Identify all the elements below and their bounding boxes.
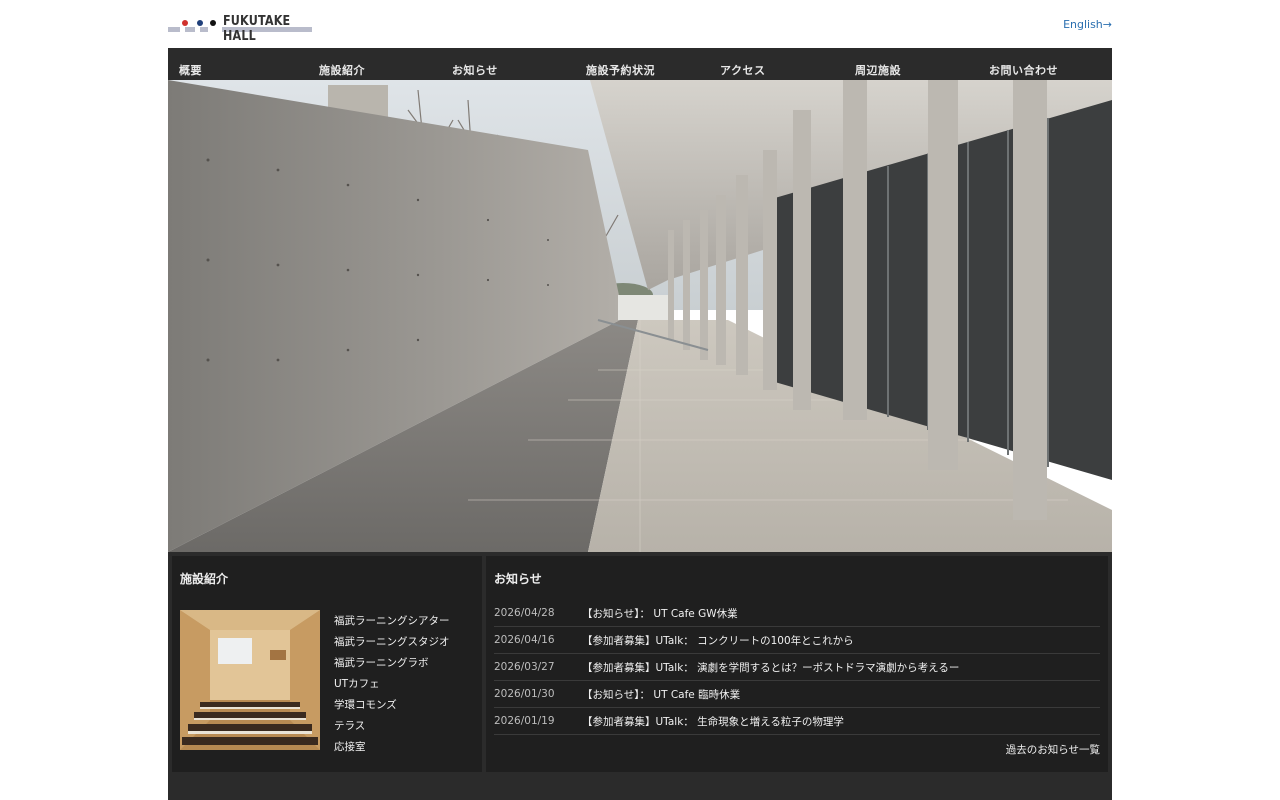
news-title: お知らせ [494,572,542,586]
news-link[interactable]: 【お知らせ】： UT Cafe GW休業 [582,606,738,621]
english-link[interactable]: English→ [1063,18,1112,31]
nav-item-contact[interactable]: お問い合わせ [989,62,1058,78]
facility-link-learning-theater[interactable]: 福武ラーニングシアター [334,615,450,627]
facility-link-commons[interactable]: 学環コモンズ [334,699,397,711]
nav-item-reservation[interactable]: 施設予約状況 [586,62,655,78]
nav-item-news[interactable]: お知らせ [452,62,498,78]
news-item: 2026/04/28 【お知らせ】： UT Cafe GW休業 [494,600,1100,627]
news-date: 2026/01/19 [494,715,555,727]
logo-text: FUKUTAKE HALL [223,14,291,44]
news-link[interactable]: 【お知らせ】： UT Cafe 臨時休業 [582,687,740,702]
main-nav: 概要 施設紹介 お知らせ 施設予約状況 アクセス 周辺施設 お問い合わせ [168,48,1112,80]
hero-image [168,80,1112,552]
news-item: 2026/01/30 【お知らせ】： UT Cafe 臨時休業 [494,681,1100,708]
fukutake-hall-logo[interactable]: FUKUTAKE HALL [168,14,318,44]
content-area: 施設紹介 福武ラーニングシアター 福武ラーニングスタジオ 福武ラーニングラボ U… [168,552,1112,800]
facilities-panel: 施設紹介 福武ラーニングシアター 福武ラーニングスタジオ 福武ラーニングラボ U… [172,556,482,772]
news-link[interactable]: 【参加者募集】UTalk： コンクリートの100年とこれから [582,633,854,648]
news-date: 2026/04/16 [494,634,555,646]
facility-link-reception-room[interactable]: 応接室 [334,741,366,753]
nav-item-nearby[interactable]: 周辺施設 [855,62,901,78]
nav-item-access[interactable]: アクセス [720,62,765,78]
news-link[interactable]: 【参加者募集】UTalk： 演劇を学問するとは？ーポストドラマ演劇から考えるー [582,660,959,675]
page-container: FUKUTAKE HALL English→ 概要 施設紹介 お知らせ 施設予約… [168,0,1112,800]
news-panel: お知らせ 2026/04/28 【お知らせ】： UT Cafe GW休業 202… [486,556,1108,772]
logo-dots-icon [168,14,220,34]
news-date: 2026/01/30 [494,688,555,700]
news-link[interactable]: 【参加者募集】UTalk： 生命現象と増える粒子の物理学 [582,714,844,729]
nav-item-facilities[interactable]: 施設紹介 [319,62,365,78]
news-item: 2026/03/27 【参加者募集】UTalk： 演劇を学問するとは？ーポストド… [494,654,1100,681]
theater-photo[interactable] [180,610,320,750]
news-list: 2026/04/28 【お知らせ】： UT Cafe GW休業 2026/04/… [494,600,1100,735]
facilities-list: 福武ラーニングシアター 福武ラーニングスタジオ 福武ラーニングラボ UTカフェ … [334,608,450,755]
news-date: 2026/04/28 [494,607,555,619]
news-item: 2026/04/16 【参加者募集】UTalk： コンクリートの100年とこれか… [494,627,1100,654]
news-archive-link[interactable]: 過去のお知らせ一覧 [1006,742,1100,757]
news-item: 2026/01/19 【参加者募集】UTalk： 生命現象と増える粒子の物理学 [494,708,1100,735]
facility-link-learning-lab[interactable]: 福武ラーニングラボ [334,657,429,669]
news-date: 2026/03/27 [494,661,555,673]
facility-link-ut-cafe[interactable]: UTカフェ [334,678,380,690]
nav-item-overview[interactable]: 概要 [179,62,202,78]
facility-link-terrace[interactable]: テラス [334,720,365,732]
facility-link-learning-studio[interactable]: 福武ラーニングスタジオ [334,636,450,648]
facilities-title: 施設紹介 [180,572,229,586]
